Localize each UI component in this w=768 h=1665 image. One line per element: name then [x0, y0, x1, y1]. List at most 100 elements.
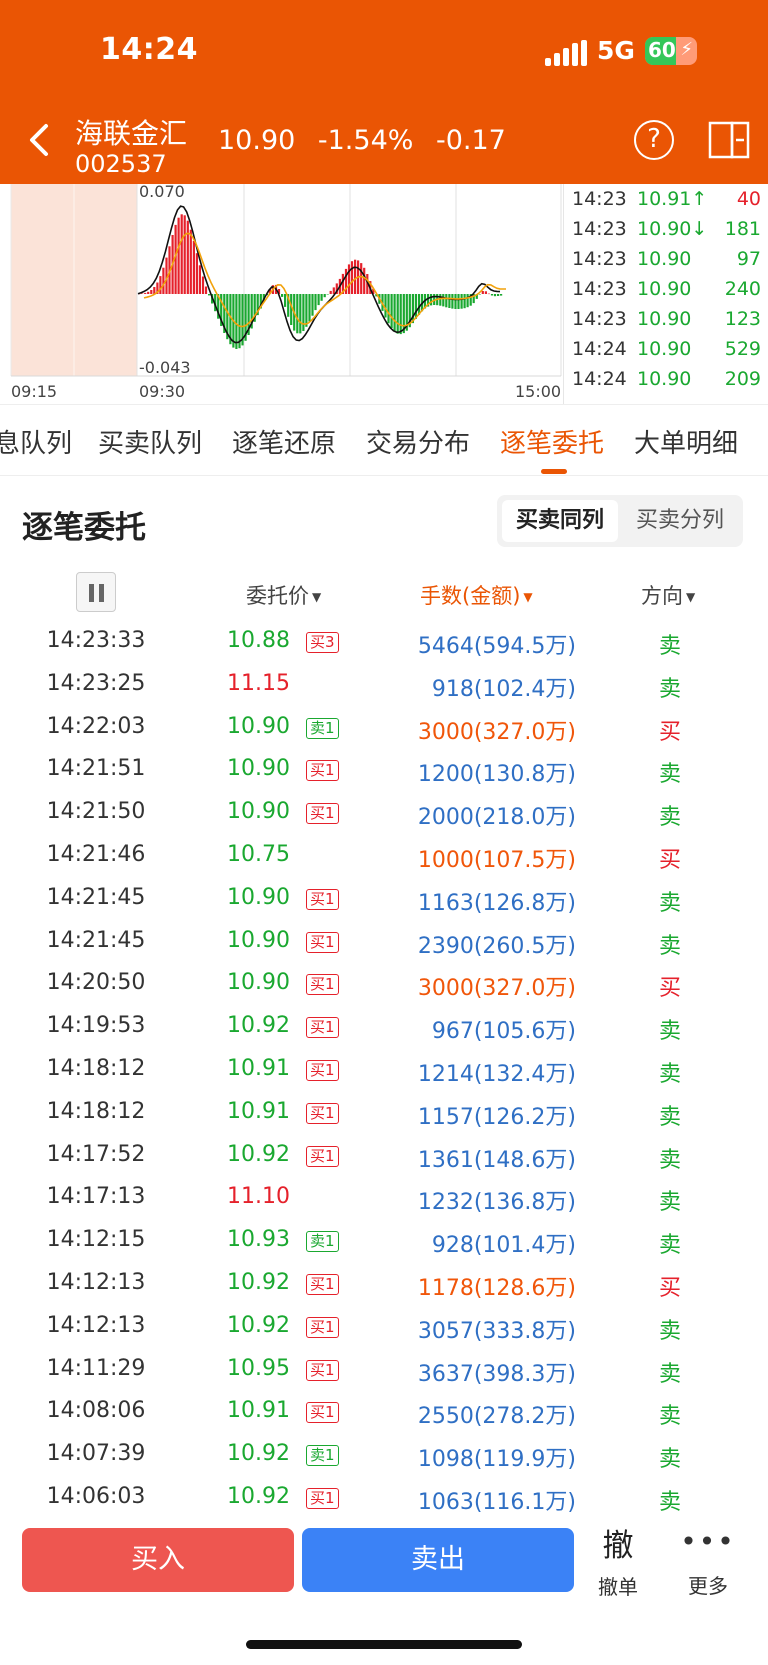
toggle-split-column[interactable]: 买卖分列 — [622, 500, 738, 542]
queue-position-badge: 买1 — [306, 974, 339, 996]
volume-sort-header[interactable]: 手数(金额) ▼ — [420, 580, 533, 610]
order-direction: 卖 — [658, 676, 681, 702]
order-volume: 967(105.6万) — [431, 1019, 576, 1045]
order-time: 14:21:46 — [46, 842, 146, 867]
direction-sort-header[interactable]: 方向 ▼ — [641, 580, 695, 610]
help-button[interactable]: ? — [634, 120, 674, 160]
macd-bar — [180, 214, 183, 294]
order-row: 14:07:39 10.92 卖1 1098(119.9万) 卖 — [0, 1433, 768, 1476]
cancel-order-button[interactable]: 撤 撤单 — [592, 1520, 644, 1600]
tab-trade-distribution[interactable]: 交易分布 — [366, 423, 470, 460]
order-time: 14:07:39 — [46, 1441, 146, 1467]
macd-bar — [192, 241, 195, 294]
macd-bar — [329, 290, 332, 294]
tick-volume: 181 — [724, 218, 761, 240]
stock-quote: 10.90 -1.54% -0.17 — [218, 125, 520, 156]
queue-position-badge: 买1 — [306, 760, 339, 782]
more-icon: ••• — [680, 1525, 736, 1558]
tick-price: 10.90↓ — [637, 218, 708, 240]
order-price: 10.95 — [227, 1355, 290, 1381]
tick-price: 10.91↑ — [637, 188, 708, 210]
order-direction: 卖 — [658, 1233, 681, 1259]
section-title: 逐笔委托 — [22, 510, 146, 546]
macd-bar — [144, 292, 147, 294]
charging-icon: ⚡ — [680, 39, 693, 60]
order-direction: 卖 — [658, 805, 681, 831]
macd-bar — [457, 294, 460, 309]
tick-row: 14:23 10.90↓ 181 — [564, 214, 768, 244]
macd-bar — [393, 294, 396, 332]
app-header: 14:24 5G 60 ⚡ 海联金汇 002537 10.90 -1.54% -… — [0, 0, 768, 184]
order-volume: 5464(594.5万) — [417, 634, 576, 659]
queue-position-badge: 买1 — [306, 1060, 339, 1081]
tab-info-queue[interactable]: 息队列 — [0, 423, 72, 460]
macd-bar — [448, 294, 451, 308]
more-label: 更多 — [688, 1574, 728, 1598]
tick-price: 10.90 — [637, 308, 692, 330]
dif-line — [137, 205, 501, 344]
tab-tick-restore[interactable]: 逐笔还原 — [232, 423, 336, 460]
more-button[interactable]: ••• 更多 — [680, 1525, 736, 1599]
macd-bar — [159, 276, 162, 294]
macd-bar — [299, 294, 302, 334]
direction-header-label: 方向 — [641, 584, 683, 608]
macd-bar — [208, 294, 211, 296]
macd-bar — [439, 294, 442, 306]
order-row: 14:17:52 10.92 买1 1361(148.6万) 卖 — [0, 1134, 768, 1177]
order-price: 10.92 — [227, 1484, 290, 1509]
tick-price: 10.90 — [637, 338, 692, 360]
pause-button[interactable] — [76, 572, 116, 612]
order-price: 10.90 — [227, 927, 290, 953]
order-volume: 2550(278.2万) — [417, 1404, 576, 1430]
order-volume: 918(102.4万) — [431, 676, 576, 702]
order-direction: 卖 — [658, 1062, 681, 1087]
order-row: 14:21:45 10.90 买1 1163(126.8万) 卖 — [0, 877, 768, 920]
switch-layout-button[interactable] — [708, 120, 750, 160]
order-price: 10.92 — [227, 1141, 290, 1167]
order-row: 14:21:46 10.75 1000(107.5万) 买 — [0, 834, 768, 877]
price-sort-header[interactable]: 委托价 ▼ — [246, 580, 321, 610]
stock-price: 10.90 — [218, 125, 296, 156]
queue-position-badge: 买1 — [306, 1274, 339, 1295]
tab-large-orders[interactable]: 大单明细 — [634, 423, 738, 460]
order-direction: 卖 — [658, 1147, 681, 1173]
order-volume: 1200(130.8万) — [417, 762, 576, 788]
macd-bar — [147, 291, 150, 294]
macd-bar — [323, 294, 326, 298]
tab-order-by-order[interactable]: 逐笔委托 — [500, 423, 604, 460]
order-time: 14:06:03 — [46, 1484, 146, 1509]
order-time: 14:11:29 — [46, 1355, 146, 1381]
back-button[interactable] — [20, 118, 60, 162]
queue-position-badge: 卖1 — [306, 1445, 339, 1467]
chart-y-top-label: 0.070 — [139, 184, 185, 201]
macd-bar — [493, 294, 497, 297]
macd-bar — [320, 294, 323, 301]
tick-list: 14:23 10.91↑ 40 14:23 10.90↓ 181 14:23 1… — [563, 184, 768, 404]
dea-line — [143, 232, 506, 328]
macd-bar — [204, 286, 208, 294]
tick-time: 14:24 — [572, 338, 627, 360]
toggle-same-column[interactable]: 买卖同列 — [502, 500, 618, 542]
order-time: 14:23:25 — [46, 670, 146, 696]
chart-x-label-open: 09:30 — [139, 382, 185, 401]
sell-button[interactable]: 卖出 — [302, 1528, 574, 1592]
tab-bid-ask-queue[interactable]: 买卖队列 — [98, 423, 202, 460]
queue-position-badge: 买1 — [306, 1402, 339, 1424]
order-direction: 卖 — [658, 890, 681, 916]
macd-bar — [183, 215, 186, 294]
order-volume: 1098(119.9万) — [417, 1447, 576, 1473]
macd-bar — [417, 294, 421, 315]
order-price: 11.15 — [227, 670, 290, 696]
order-time: 14:21:45 — [46, 884, 146, 910]
order-direction: 买 — [658, 976, 681, 1002]
order-direction: 卖 — [658, 1318, 681, 1344]
macd-bar — [360, 263, 363, 294]
buy-button[interactable]: 买入 — [22, 1528, 294, 1592]
order-direction: 卖 — [658, 1361, 681, 1387]
macd-bar — [500, 294, 503, 296]
macd-bar — [481, 291, 484, 294]
order-row: 14:23:33 10.88 买3 5464(594.5万) 卖 — [0, 620, 768, 663]
queue-position-badge: 买1 — [306, 1359, 339, 1381]
macd-bar — [317, 294, 320, 306]
order-row: 14:17:13 11.10 1232(136.8万) 卖 — [0, 1176, 768, 1219]
